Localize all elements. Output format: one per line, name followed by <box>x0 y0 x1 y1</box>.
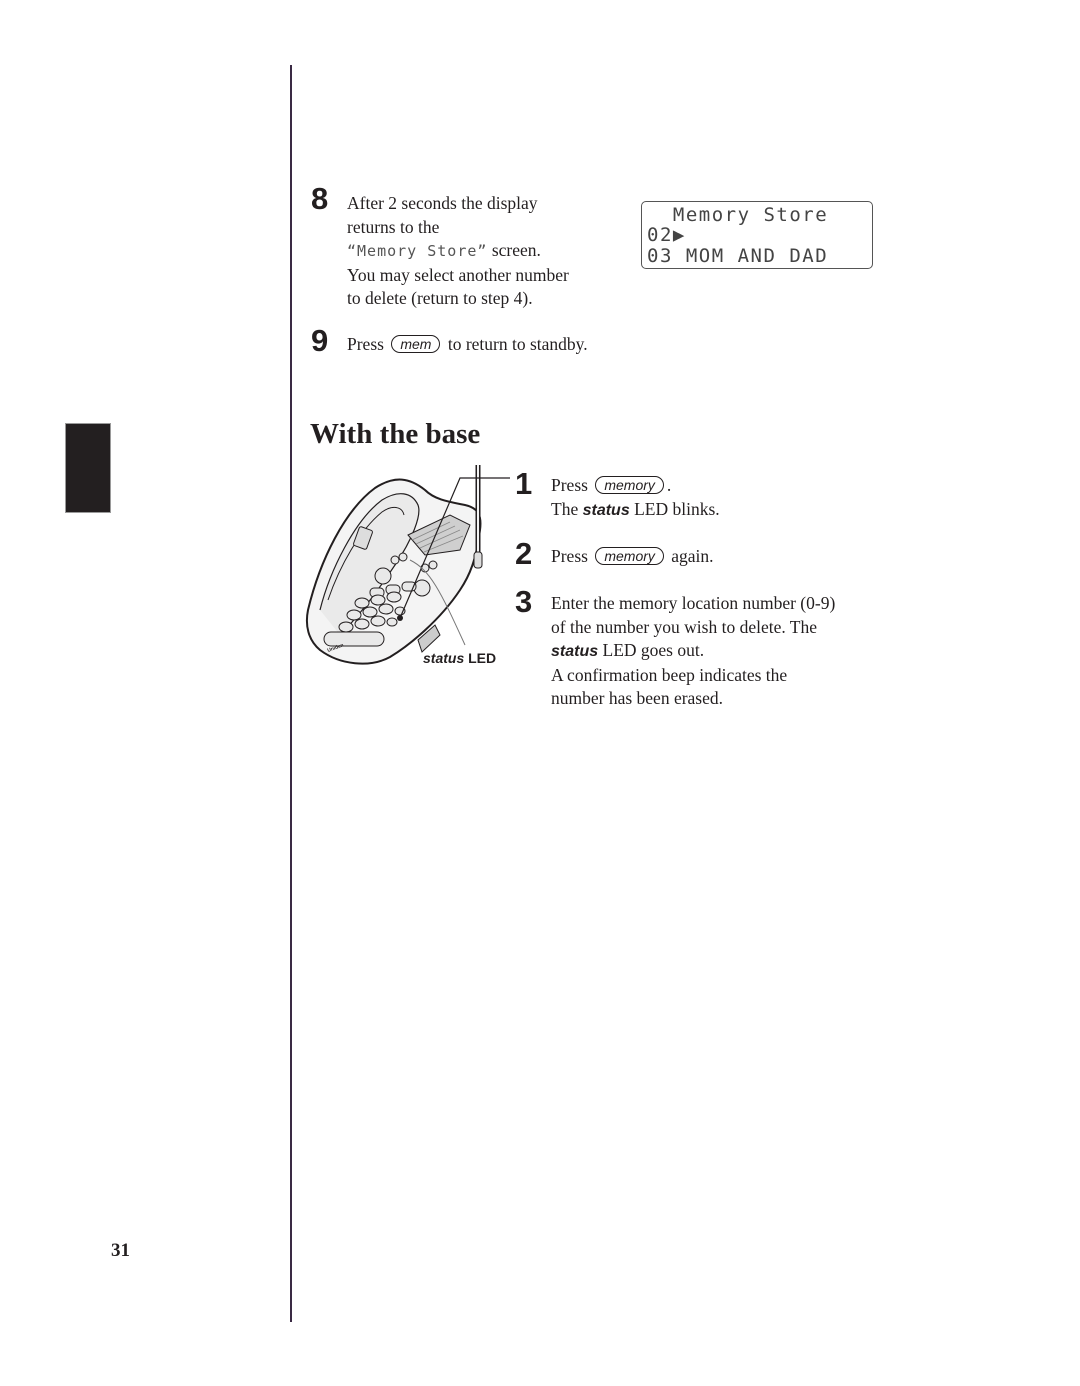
status-word: status <box>582 501 630 519</box>
base-step-3-text: Enter the memory location number (0-9) o… <box>551 592 835 711</box>
status-led-label: status LED <box>423 650 496 666</box>
base-step-3-line-4: A confirmation beep indicates the <box>551 664 788 685</box>
status-led-label-italic: status <box>423 650 465 666</box>
lcd-line-1: Memory Store <box>647 204 829 226</box>
base-step-3-line-1: Enter the memory location number (0-9) <box>551 593 836 613</box>
base-step-3-line-3-suffix: LED goes out. <box>598 640 705 660</box>
step-8-text: After 2 seconds the display returns to t… <box>347 192 637 311</box>
base-step-1-line-1: Press memory. <box>551 474 720 498</box>
step-number-8: 8 <box>311 181 329 216</box>
vertical-rule <box>290 65 292 1322</box>
step-8-line-3-suffix: screen. <box>487 240 541 260</box>
step-8-line-5: to delete (return to step 4). <box>347 288 533 308</box>
lcd-line-3: 03 MOM AND DAD <box>647 245 829 267</box>
lcd-line-2: 02▶ <box>647 224 686 246</box>
step-9-prefix: Press <box>347 334 384 354</box>
step-8-line-2: returns to the <box>347 216 440 237</box>
phone-base-illustration: Uniden <box>305 465 510 665</box>
status-word: status <box>551 643 599 660</box>
base-step-number-3: 3 <box>515 584 533 619</box>
base-step-3-line-5: number has been erased. <box>551 688 724 708</box>
lcd-reference: “Memory Store” <box>347 242 488 260</box>
mem-key: mem <box>391 335 441 353</box>
base-step-1-line-2-prefix: The <box>551 498 583 519</box>
base-step-1-suffix: . <box>666 475 672 495</box>
base-step-number-2: 2 <box>515 536 533 571</box>
base-step-2-text: Press memory again. <box>551 545 714 569</box>
memory-key: memory <box>595 476 664 494</box>
base-step-2-suffix: again. <box>671 546 714 566</box>
base-step-2-prefix: Press <box>551 546 588 566</box>
status-led-label-rest: LED <box>464 650 497 666</box>
base-step-1-prefix: Press <box>551 475 588 495</box>
base-step-number-1: 1 <box>515 466 533 501</box>
memory-key: memory <box>595 547 664 565</box>
base-step-1-line-2-suffix: LED blinks. <box>629 498 720 519</box>
lcd-display: Memory Store 02▶ 03 MOM AND DAD <box>641 201 873 269</box>
step-number-9: 9 <box>311 323 329 358</box>
base-step-1-text: Press memory. The status LED blinks. <box>551 474 720 522</box>
section-title: With the base <box>310 418 481 450</box>
section-thumb-tab <box>65 423 111 513</box>
step-8-line-4: You may select another number <box>347 264 569 285</box>
step-9-suffix: to return to standby. <box>447 334 588 354</box>
base-step-3-line-2: of the number you wish to delete. The <box>551 616 818 637</box>
step-8-line-1: After 2 seconds the display <box>347 193 538 213</box>
base-step-3-line-3: status LED goes out. <box>551 639 835 664</box>
page-number: 31 <box>111 1240 130 1261</box>
base-step-1-line-2: The status LED blinks. <box>551 498 720 523</box>
step-9-text: Press mem to return to standby. <box>347 333 588 357</box>
step-8-line-3: “Memory Store” screen. <box>347 239 637 264</box>
